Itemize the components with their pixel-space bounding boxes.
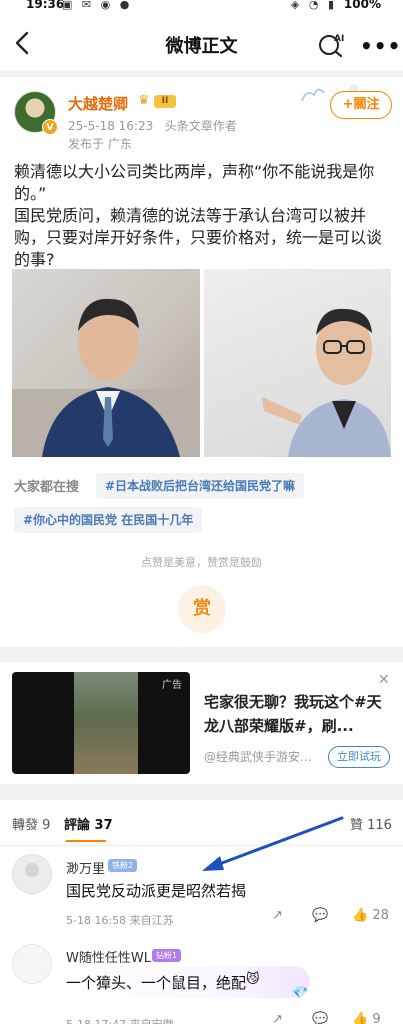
- reply-icon[interactable]: 💬: [312, 908, 328, 923]
- tab-like[interactable]: 贊 116: [350, 814, 392, 833]
- like-count: 28: [372, 908, 389, 923]
- trending-tag[interactable]: #日本战败后把台湾还给国民党了嘛: [96, 473, 305, 499]
- signal-icons: ◈ ◔ ▮: [290, 0, 337, 11]
- post-image-2[interactable]: [204, 269, 391, 457]
- ai-label: AI: [334, 34, 344, 44]
- notification-icons: ▣ ✉ ◉ ●: [62, 0, 133, 11]
- share-icon[interactable]: ↗: [272, 1012, 283, 1024]
- ad-source: @经典武侠手游安...: [204, 750, 312, 764]
- fan-badge: 钻粉1: [152, 949, 182, 962]
- tab-underline: [66, 840, 106, 842]
- ad-image[interactable]: 广告: [12, 672, 190, 774]
- verified-icon: V: [42, 119, 58, 135]
- fan-badge: 铁粉2: [108, 859, 138, 872]
- close-icon[interactable]: ✕: [378, 672, 390, 688]
- crown-icon: ♛: [138, 93, 150, 108]
- status-bar: 19:36 ▣ ✉ ◉ ● ◈ ◔ ▮ 100%: [0, 0, 403, 14]
- post-time: 25-5-18 16:23: [68, 119, 154, 133]
- post-image-1[interactable]: [12, 269, 200, 457]
- annotation-arrow-icon: [202, 816, 344, 871]
- more-options-icon[interactable]: •••: [360, 34, 401, 58]
- comment-text-content: 一个獐头、一个鼠目，绝配: [66, 974, 247, 992]
- commenter-avatar[interactable]: [12, 944, 52, 984]
- like-button[interactable]: 👍 9: [352, 1012, 381, 1024]
- like-button[interactable]: 👍 28: [352, 908, 389, 923]
- ad-play-button[interactable]: 立即试玩: [328, 746, 390, 768]
- ai-search-icon[interactable]: AI: [318, 32, 346, 58]
- ad-label: 广告: [162, 680, 182, 691]
- comment-meta: 5-18 17:47 来自安徽: [66, 1016, 174, 1024]
- reply-icon[interactable]: 💬: [312, 1012, 328, 1024]
- tab-repost[interactable]: 轉發 9: [12, 814, 50, 833]
- post-card: V 大越楚卿 ♛ II 25-5-18 16:23 头条文章作者 发布于 广东 …: [0, 77, 403, 647]
- ad-text: 宅家很无聊？我玩这个#天龙八部荣耀版#，刷...: [204, 693, 382, 735]
- man-in-suit-image: [12, 298, 200, 457]
- post-location: 发布于 广东: [68, 137, 132, 151]
- like-count: 9: [372, 1012, 381, 1024]
- post-time-source: 25-5-18 16:23 头条文章作者: [68, 117, 237, 134]
- status-time: 19:36: [26, 0, 65, 11]
- commenter-name[interactable]: 渺万里: [66, 858, 105, 877]
- comment-text[interactable]: 国民党反动派更是昭然若揭: [66, 880, 246, 901]
- reward-text: 点赞是美意，赞赏是鼓励: [141, 556, 262, 569]
- commenter-avatar[interactable]: [12, 854, 52, 894]
- man-pointing-image: [262, 308, 391, 457]
- trending-tag[interactable]: #你心中的国民党 在民国十几年: [14, 507, 203, 533]
- comment-meta: 5-18 16:58 来自江苏: [66, 914, 174, 927]
- commenter-name[interactable]: W随性任性WL: [66, 947, 151, 966]
- level-badge: II: [154, 95, 176, 108]
- reward-button[interactable]: 赏: [178, 585, 226, 633]
- post-source: 头条文章作者: [164, 119, 237, 133]
- share-icon[interactable]: ↗: [272, 908, 283, 923]
- comment-text[interactable]: 一个獐头、一个鼠目，绝配 😼: [66, 972, 260, 993]
- battery-level: 100%: [343, 0, 381, 11]
- author-name[interactable]: 大越楚卿: [68, 93, 128, 114]
- ad-card[interactable]: 广告 ✕ 宅家很无聊？我玩这个#天龙八部荣耀版#，刷... @经典武侠手游安..…: [0, 662, 403, 784]
- search-label: 大家都在搜: [14, 480, 80, 495]
- nav-bar: 微博正文 AI •••: [0, 14, 403, 70]
- ad-scene-image: [74, 672, 138, 774]
- diamond-icon: 💎: [292, 986, 309, 1001]
- post-text: 赖清德以大小公司类比两岸，声称“你不能说我是你的。” 国民党质问，赖清德的说法等…: [14, 162, 383, 269]
- follow-button[interactable]: +關注: [330, 91, 392, 119]
- cat-emoji-icon: 😼: [246, 972, 260, 987]
- tab-comment[interactable]: 評論 37: [64, 814, 113, 833]
